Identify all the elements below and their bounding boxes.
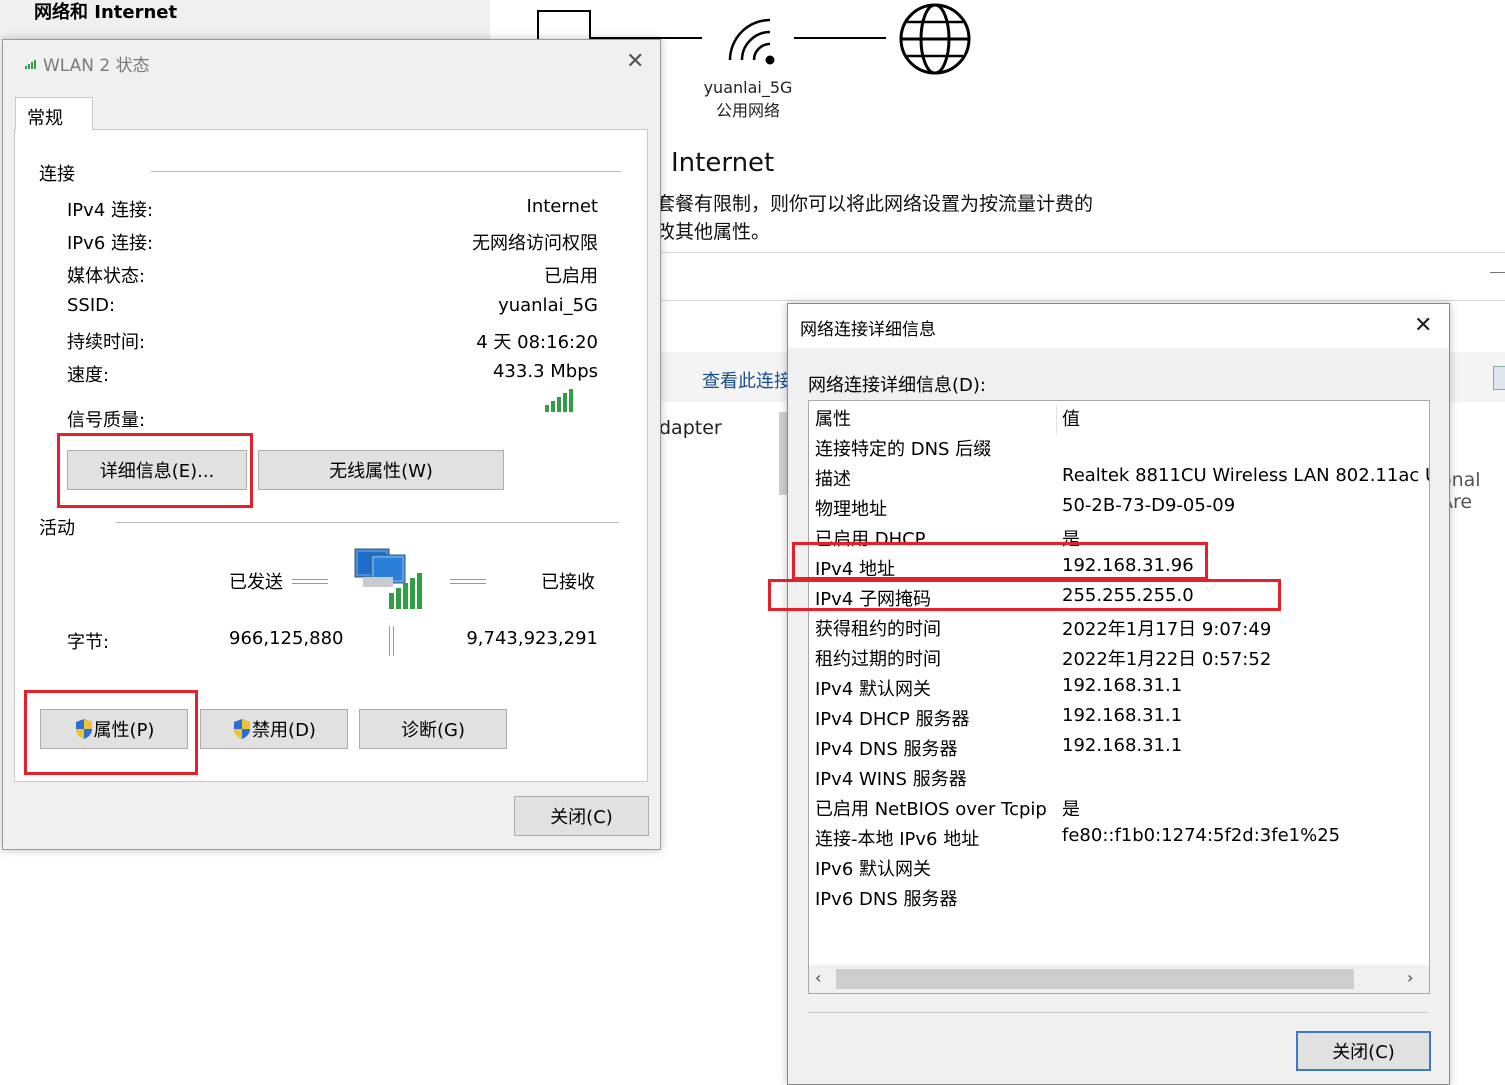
connection-section-label: 连接 (39, 164, 75, 185)
media-state-label: 媒体状态: (67, 266, 146, 287)
adapter-name: dapter (659, 417, 722, 439)
duration-value: 4 天 08:16:20 (476, 332, 598, 353)
bytes-received-value: 9,743,923,291 (466, 628, 598, 649)
ssid-label: SSID: (67, 295, 116, 316)
minimize-icon[interactable] (1490, 272, 1505, 273)
network-type: 公用网络 (715, 101, 780, 120)
received-label: 已接收 (541, 572, 595, 593)
dialog-title: 网络连接详细信息 (800, 320, 936, 340)
sent-label: 已发送 (229, 572, 283, 593)
scroll-left-icon[interactable]: ‹ (815, 968, 821, 987)
activity-line (292, 579, 328, 584)
details-list[interactable]: 属性 值 连接特定的 DNS 后缀 描述 Realtek 8811CU Wirel… (808, 400, 1430, 994)
wifi-icon (728, 18, 775, 65)
tab-general[interactable]: 常规 (15, 97, 93, 130)
network-computers-icon (354, 548, 422, 609)
separator (116, 522, 619, 523)
internet-heading: Internet (671, 148, 775, 178)
close-icon[interactable]: ✕ (1414, 315, 1432, 337)
bytes-label: 字节: (67, 632, 110, 653)
disable-button[interactable]: 禁用(D) (200, 709, 348, 749)
media-state-value: 已启用 (544, 266, 598, 287)
metered-description-2: 改其他属性。 (656, 221, 771, 243)
speed-value: 433.3 Mbps (492, 361, 598, 382)
ipv6-connection-label: IPv6 连接: (67, 233, 154, 254)
ipv6-connection-value: 无网络访问权限 (472, 233, 598, 254)
separator (808, 1012, 1428, 1013)
highlight-box (57, 433, 253, 508)
list-header: 属性 值 (809, 405, 1429, 435)
details-list-label: 网络连接详细信息(D): (808, 375, 986, 396)
wireless-properties-button[interactable]: 无线属性(W) (258, 450, 504, 490)
ipv4-connection-label: IPv4 连接: (67, 200, 154, 221)
activity-line (450, 579, 486, 584)
network-name: yuanlai_5G (703, 78, 793, 97)
disable-button-label: 禁用(D) (252, 720, 316, 741)
scroll-right-icon[interactable]: › (1407, 968, 1413, 987)
connector-line (794, 37, 886, 39)
speed-label: 速度: (67, 365, 110, 386)
horizontal-scrollbar[interactable]: ‹ › (809, 965, 1429, 993)
value-column-header[interactable]: 值 (1062, 405, 1080, 431)
separator (151, 171, 621, 172)
wifi-signal-icon (25, 60, 36, 69)
signal-strength-icon (545, 389, 573, 412)
metered-description: 套餐有限制，则你可以将此网络设置为按流量计费的 (656, 193, 1094, 215)
highlight-box (768, 579, 1281, 611)
diagnose-button[interactable]: 诊断(G) (359, 709, 507, 749)
wlan-status-dialog: WLAN 2 状态 ✕ 常规 连接 IPv4 连接: Internet IPv6… (2, 39, 661, 850)
dialog-title: WLAN 2 状态 (43, 56, 150, 76)
duration-label: 持续时间: (67, 332, 146, 353)
uac-shield-icon (234, 719, 251, 739)
column-divider[interactable] (1056, 405, 1057, 435)
settings-page-title: 网络和 Internet (34, 2, 178, 23)
divider (660, 300, 1505, 301)
highlight-box (792, 542, 1208, 580)
signal-quality-label: 信号质量: (67, 410, 146, 431)
ipv4-connection-value: Internet (526, 196, 598, 217)
view-options-icon[interactable] (1493, 366, 1505, 390)
globe-icon (899, 3, 971, 75)
view-connection-link[interactable]: 查看此连接 (702, 367, 792, 393)
ssid-value: yuanlai_5G (498, 295, 598, 316)
divider (660, 252, 1505, 253)
property-column-header[interactable]: 属性 (815, 405, 851, 431)
close-button[interactable]: 关闭(C) (514, 796, 649, 836)
scrollbar-thumb[interactable] (836, 969, 1354, 989)
bytes-sent-value: 966,125,880 (229, 628, 344, 649)
close-icon[interactable]: ✕ (626, 51, 644, 73)
highlight-box (24, 690, 198, 775)
close-button[interactable]: 关闭(C) (1296, 1031, 1431, 1071)
activity-divider (389, 626, 394, 656)
activity-section-label: 活动 (39, 518, 75, 539)
connection-details-dialog: 网络连接详细信息 ✕ 网络连接详细信息(D): 属性 值 连接特定的 DNS 后… (787, 303, 1450, 1085)
